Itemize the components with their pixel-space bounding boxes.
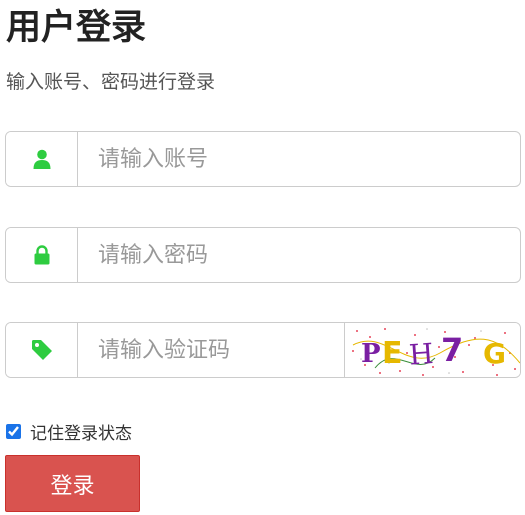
- password-addon: [6, 228, 78, 282]
- captcha-input[interactable]: [78, 323, 345, 377]
- svg-text:E: E: [382, 336, 403, 371]
- svg-text:7: 7: [441, 331, 463, 369]
- svg-text:H: H: [408, 337, 435, 372]
- captcha-image[interactable]: P E H 7 G: [345, 323, 520, 377]
- account-input[interactable]: [78, 132, 520, 186]
- captcha-addon: [6, 323, 78, 377]
- captcha-field-group: P E H 7 G: [5, 322, 521, 378]
- page-title: 用户登录: [6, 8, 147, 48]
- remember-checkbox[interactable]: [6, 424, 21, 439]
- password-field-group: [5, 227, 521, 283]
- lock-icon: [34, 245, 50, 265]
- remember-label: 记住登录状态: [30, 424, 132, 444]
- account-addon: [6, 132, 78, 186]
- page-subtitle: 输入账号、密码进行登录: [6, 71, 216, 93]
- svg-text:P: P: [361, 339, 381, 369]
- login-button[interactable]: 登录: [5, 455, 140, 512]
- account-field-group: [5, 131, 521, 187]
- svg-text:G: G: [483, 337, 506, 370]
- remember-login[interactable]: 记住登录状态: [5, 419, 132, 444]
- tag-icon: [31, 339, 53, 361]
- password-input[interactable]: [78, 228, 520, 282]
- user-icon: [33, 149, 51, 169]
